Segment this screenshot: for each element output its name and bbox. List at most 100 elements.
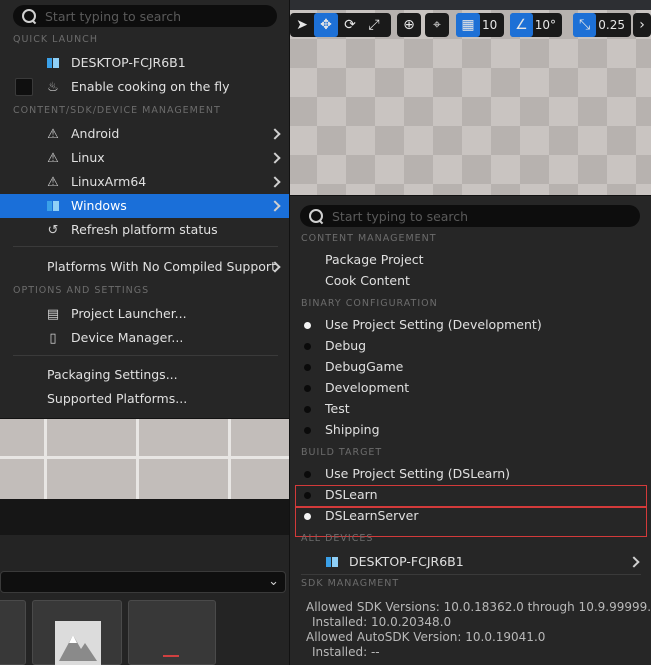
menu-item-label: Packaging Settings... <box>47 367 178 382</box>
menu-item-label: DESKTOP-FCJR6B1 <box>71 55 186 70</box>
rotation-snap-control[interactable]: ∠ 10° <box>510 13 562 37</box>
menu-item-project-launcher[interactable]: ▤ Project Launcher... <box>0 302 289 326</box>
build-target-option[interactable]: Use Project Setting (DSLearn) <box>290 464 651 485</box>
globe-icon: ⊕ <box>403 17 415 33</box>
device-item-desktop[interactable]: DESKTOP-FCJR6B1 <box>290 550 651 574</box>
level-viewport-lower[interactable] <box>0 419 290 499</box>
section-content-management: CONTENT MANAGEMENT <box>301 233 437 244</box>
menu-item-android[interactable]: ⚠ Android <box>0 122 289 146</box>
windows-logo-icon <box>45 198 61 214</box>
menu-item-no-compiled-support[interactable]: Platforms With No Compiled Support <box>0 255 289 279</box>
search-input[interactable] <box>332 208 552 224</box>
warning-icon: ⚠ <box>47 150 59 166</box>
binary-config-option[interactable]: Test <box>290 399 651 420</box>
select-tool-icon[interactable]: ➤ <box>290 13 314 37</box>
surface-snap-icon: ⌖ <box>433 17 441 33</box>
menu-item-label: Package Project <box>325 252 424 267</box>
warning-icon: ⚠ <box>47 174 59 190</box>
refresh-icon: ↺ <box>47 222 59 238</box>
option-label: Test <box>325 401 350 416</box>
menu-divider <box>13 355 278 356</box>
submenu-arrow-icon <box>269 152 281 164</box>
project-launcher-icon: ▤ <box>46 306 60 322</box>
asset-tile[interactable] <box>0 600 26 665</box>
binary-config-option[interactable]: Development <box>290 378 651 399</box>
allowed-sdk-versions: Allowed SDK Versions: 10.0.18362.0 throu… <box>306 600 651 614</box>
asset-tile[interactable] <box>128 600 216 665</box>
binary-config-option[interactable]: Shipping <box>290 420 651 441</box>
option-label: Shipping <box>325 422 380 437</box>
asset-tile-mesh[interactable] <box>32 600 122 665</box>
surface-snap-toggle[interactable]: ⌖ <box>425 13 449 37</box>
cooking-pot-icon: ♨ <box>47 79 59 95</box>
menu-item-refresh[interactable]: ↺ Refresh platform status <box>0 218 289 242</box>
radio-unselected-icon <box>304 343 311 350</box>
menu-item-device-manager[interactable]: ▯ Device Manager... <box>0 326 289 350</box>
device-label: DESKTOP-FCJR6B1 <box>349 554 464 569</box>
submenu-arrow-icon <box>269 200 281 212</box>
menu-item-label: Device Manager... <box>71 330 184 345</box>
menu-item-packaging-settings[interactable]: Packaging Settings... <box>0 363 289 387</box>
move-tool-icon[interactable]: ✥ <box>314 13 338 37</box>
option-label: Use Project Setting (DSLearn) <box>325 466 511 481</box>
windows-logo-icon <box>45 55 61 71</box>
installed-sdk-version: Installed: 10.0.20348.0 <box>312 615 452 629</box>
binary-config-option[interactable]: Use Project Setting (Development) <box>290 315 651 336</box>
menu-item-linux[interactable]: ⚠ Linux <box>0 146 289 170</box>
platforms-search[interactable] <box>13 5 277 27</box>
option-label: Use Project Setting (Development) <box>325 317 542 332</box>
binary-config-option[interactable]: DebugGame <box>290 357 651 378</box>
menu-item-windows[interactable]: Windows <box>0 194 289 218</box>
content-filter-combobox[interactable]: ⌄ <box>0 571 286 593</box>
menu-item-supported-platforms[interactable]: Supported Platforms... <box>0 387 289 411</box>
menu-item-cooking[interactable]: ♨ Enable cooking on the fly <box>0 75 289 99</box>
option-label: DebugGame <box>325 359 404 374</box>
radio-unselected-icon <box>304 471 311 478</box>
rotate-tool-icon[interactable]: ⟳ <box>338 13 362 37</box>
cooking-checkbox[interactable] <box>15 78 33 96</box>
windows-submenu-search[interactable] <box>300 205 640 227</box>
section-build-target: BUILD TARGET <box>301 447 383 458</box>
menu-item-desktop[interactable]: DESKTOP-FCJR6B1 <box>0 51 289 75</box>
radio-unselected-icon <box>304 406 311 413</box>
menu-item-cook-content[interactable]: Cook Content <box>290 271 651 292</box>
toolbar-overflow[interactable]: › <box>633 13 651 37</box>
menu-item-label: Project Launcher... <box>71 306 187 321</box>
chevron-down-icon: ⌄ <box>268 574 279 589</box>
submenu-arrow-icon <box>269 176 281 188</box>
world-space-toggle[interactable]: ⊕ <box>397 13 421 37</box>
option-label: Debug <box>325 338 367 353</box>
menu-divider <box>301 574 641 575</box>
submenu-arrow-icon <box>269 128 281 140</box>
binary-config-option[interactable]: Debug <box>290 336 651 357</box>
radio-unselected-icon <box>304 427 311 434</box>
section-content-sdk: CONTENT/SDK/DEVICE MANAGEMENT <box>13 105 221 116</box>
grid-snap-icon: ▦ <box>456 13 480 37</box>
menu-divider <box>13 246 278 247</box>
menu-item-label: Enable cooking on the fly <box>71 79 230 94</box>
scale-snap-value: 0.25 <box>598 18 625 32</box>
menu-item-label: Refresh platform status <box>71 222 218 237</box>
allowed-autosdk-version: Allowed AutoSDK Version: 10.0.19041.0 <box>306 630 546 644</box>
menu-item-label: Cook Content <box>325 273 410 288</box>
windows-platform-submenu: CONTENT MANAGEMENT Package Project Cook … <box>289 195 651 665</box>
submenu-arrow-icon <box>628 556 640 568</box>
section-sdk-management: SDK MANAGMENT <box>301 578 400 589</box>
warning-icon: ⚠ <box>47 126 59 142</box>
angle-snap-icon: ∠ <box>510 13 533 37</box>
menu-item-package-project[interactable]: Package Project <box>290 250 651 271</box>
menu-item-linuxarm64[interactable]: ⚠ LinuxArm64 <box>0 170 289 194</box>
scale-snap-control[interactable]: ⤡ 0.25 <box>573 13 631 37</box>
menu-item-label: LinuxArm64 <box>71 174 147 189</box>
menu-item-label: Linux <box>71 150 105 165</box>
rotation-snap-value: 10° <box>534 18 556 32</box>
device-manager-icon: ▯ <box>49 330 57 346</box>
section-binary-configuration: BINARY CONFIGURATION <box>301 298 438 309</box>
grid-snap-control[interactable]: ▦ 10 <box>456 13 504 37</box>
search-input[interactable] <box>45 8 265 24</box>
grid-snap-value: 10 <box>482 18 498 32</box>
scale-tool-icon[interactable]: ⤢ <box>362 13 386 37</box>
menu-item-label: Android <box>71 126 120 141</box>
search-icon <box>308 208 324 224</box>
viewport-toolbar: ➤ ✥ ⟳ ⤢ ⊕ ⌖ ▦ 10 ∠ 10° ⤡ 0.25 › <box>288 10 651 40</box>
